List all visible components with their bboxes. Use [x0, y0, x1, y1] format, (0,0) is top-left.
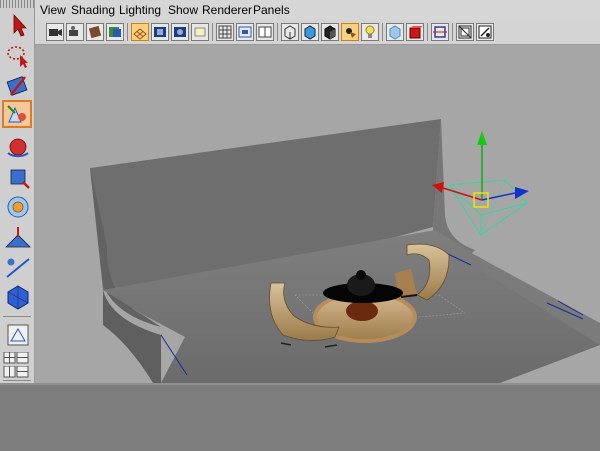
xray-icon[interactable] [361, 23, 379, 41]
iconbar-separator [452, 23, 453, 41]
backdrop-cyclorama[interactable] [90, 119, 600, 383]
toolbox-separator [3, 316, 31, 317]
soft-modification-icon[interactable] [2, 222, 32, 250]
viewport-iconbar [35, 20, 600, 45]
snapshot-icon[interactable] [456, 23, 474, 41]
viewport-scene [90, 119, 600, 383]
menu-shading[interactable]: Shading [71, 3, 115, 17]
lower-panel [0, 385, 600, 451]
film-gate-icon[interactable] [151, 23, 169, 41]
camera-tools-icon[interactable] [476, 23, 494, 41]
maya-window: View Shading Lighting Show Renderer Pane… [0, 0, 600, 451]
bounding-box-icon[interactable] [281, 23, 299, 41]
universal-manipulator-icon[interactable] [2, 192, 32, 220]
layout-side-by-side-icon[interactable] [2, 365, 30, 378]
use-all-lights-icon[interactable] [321, 23, 339, 41]
paint-select-tool-icon[interactable] [2, 70, 32, 98]
iconbar-separator [212, 23, 213, 41]
menu-panels[interactable]: Panels [253, 3, 290, 17]
textured-icon[interactable] [301, 23, 319, 41]
iconbar-separator [127, 23, 128, 41]
light-manipulator[interactable] [432, 131, 529, 236]
menu-lighting[interactable]: Lighting [119, 3, 161, 17]
scale-tool-icon[interactable] [2, 162, 32, 190]
perspective-viewport[interactable] [35, 45, 600, 385]
wireframe-icon[interactable] [216, 23, 234, 41]
layout-four-pane-icon[interactable] [2, 351, 30, 364]
select-camera-icon[interactable] [46, 23, 64, 41]
layout-single-pane-icon[interactable] [2, 320, 32, 348]
grid-icon[interactable] [131, 23, 149, 41]
menu-renderer[interactable]: Renderer [202, 3, 252, 17]
frame-all-icon[interactable] [431, 23, 449, 41]
iconbar-separator [382, 23, 383, 41]
iconbar-separator [427, 23, 428, 41]
high-quality-icon[interactable] [406, 23, 424, 41]
camera-attributes-icon[interactable] [66, 23, 84, 41]
lasso-tool-icon[interactable] [2, 40, 32, 68]
viewport-menubar: View Shading Lighting Show Renderer Pane… [35, 0, 600, 21]
image-plane-icon[interactable] [106, 23, 124, 41]
rotate-tool-icon[interactable] [2, 132, 32, 160]
y-axis-handle[interactable] [477, 131, 487, 145]
isolate-select-icon[interactable] [386, 23, 404, 41]
move-tool-icon[interactable] [2, 100, 32, 128]
last-tool-icon[interactable] [2, 282, 32, 310]
show-manipulator-icon[interactable] [2, 252, 32, 280]
smooth-shade-icon[interactable] [236, 23, 254, 41]
safe-action-icon[interactable] [191, 23, 209, 41]
shaded-wireframe-icon[interactable] [256, 23, 274, 41]
menu-view[interactable]: View [40, 3, 66, 17]
menu-show[interactable]: Show [168, 3, 198, 17]
bookmark-icon[interactable] [86, 23, 104, 41]
toolbox-separator [3, 380, 31, 381]
iconbar-separator [277, 23, 278, 41]
select-tool-icon[interactable] [2, 10, 32, 38]
resolution-gate-icon[interactable] [171, 23, 189, 41]
shadows-icon[interactable] [341, 23, 359, 41]
toolbox-grip[interactable] [0, 0, 34, 8]
